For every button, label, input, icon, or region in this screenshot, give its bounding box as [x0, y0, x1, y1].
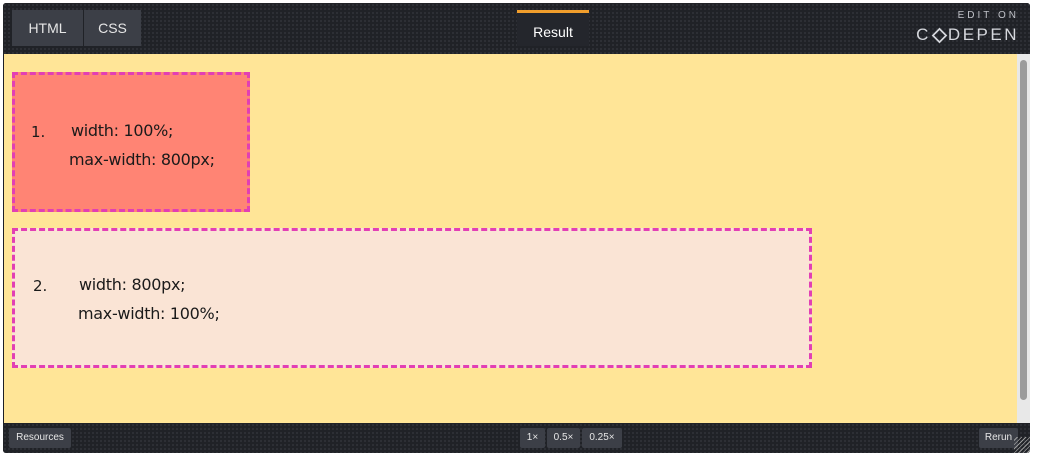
resize-grip-icon[interactable] — [1014, 437, 1030, 453]
tab-css[interactable]: CSS — [84, 10, 141, 46]
box1-number: 1. — [31, 123, 46, 141]
zoom-0-25x-button[interactable]: 0.25× — [582, 428, 622, 448]
box1-line1: width: 100%; — [71, 121, 174, 140]
box2-number: 2. — [33, 277, 48, 295]
box1-line2: max-width: 800px; — [69, 150, 215, 169]
logo-letters-depen: DEPEN — [947, 25, 1019, 44]
top-bar: HTML CSS Result EDIT ON C DEPEN — [3, 3, 1030, 54]
logo-letter-c: C — [916, 25, 931, 44]
rerun-button[interactable]: Rerun — [979, 428, 1018, 448]
demo-box-2: 2. width: 800px; max-width: 100%; — [12, 228, 812, 368]
result-pane: 1. width: 100%; max-width: 800px; 2. wid… — [4, 54, 1030, 423]
edit-on-label[interactable]: EDIT ON — [958, 10, 1019, 21]
box2-line1: width: 800px; — [79, 275, 186, 294]
zoom-0-5x-button[interactable]: 0.5× — [547, 428, 580, 448]
codepen-embed: HTML CSS Result EDIT ON C DEPEN 1. width… — [3, 3, 1030, 453]
codepen-logo[interactable]: C DEPEN — [916, 25, 1019, 45]
zoom-1x-button[interactable]: 1× — [520, 428, 545, 448]
demo-box-1: 1. width: 100%; max-width: 800px; — [12, 72, 250, 212]
codepen-cube-icon — [931, 27, 948, 43]
vertical-scrollbar[interactable] — [1017, 54, 1030, 423]
bottom-bar: Resources 1× 0.5× 0.25× Rerun — [3, 423, 1030, 453]
tab-html[interactable]: HTML — [12, 10, 83, 46]
box2-line2: max-width: 100%; — [78, 304, 220, 323]
resources-button[interactable]: Resources — [9, 428, 71, 448]
tab-result[interactable]: Result — [517, 10, 589, 46]
scrollbar-thumb[interactable] — [1020, 60, 1027, 400]
